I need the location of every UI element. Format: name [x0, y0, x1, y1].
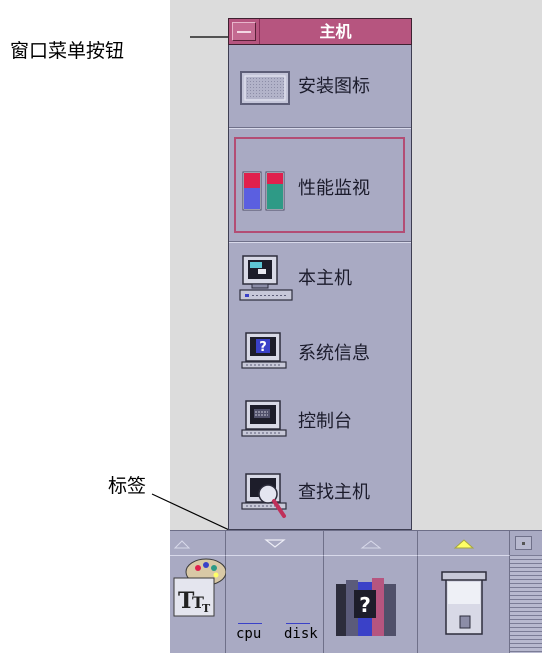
subpanel-title: 主机 — [259, 19, 411, 44]
divider — [229, 241, 411, 243]
install-icon-drop-target-icon — [238, 66, 294, 114]
dock-minimize-button[interactable] — [515, 536, 532, 550]
style-manager-palette-icon: T T T — [173, 558, 227, 617]
disk-meter-label: disk — [284, 626, 318, 642]
front-panel-dock: T T T cpu disk ? — [170, 530, 542, 653]
callout-label-tag: 标签 — [108, 475, 147, 497]
trash-can-slot[interactable] — [418, 555, 510, 653]
help-books-icon: ? — [336, 578, 396, 636]
this-host-item[interactable]: 本主机 — [238, 248, 406, 302]
subpanel-tab-row — [170, 531, 542, 555]
tab-up-arrow-highlight[interactable] — [418, 531, 510, 555]
callout-window-menu-button: 窗口菜单按钮 — [10, 40, 125, 62]
find-host-magnifier-icon — [238, 472, 294, 520]
console-item[interactable]: 控制台 — [238, 393, 406, 445]
subpanel-titlebar: 主机 — [228, 18, 412, 45]
cpu-meter-bar — [238, 623, 262, 624]
svg-text:T: T — [202, 602, 211, 615]
window-menu-button[interactable] — [232, 22, 256, 41]
help-manager-slot[interactable]: ? — [324, 555, 418, 653]
this-host-label: 本主机 — [298, 268, 352, 289]
performance-meter-item[interactable]: 性能监视 — [238, 162, 406, 214]
svg-text:?: ? — [359, 593, 371, 617]
trash-can-icon — [441, 571, 487, 635]
install-icon-item[interactable]: 安装图标 — [238, 60, 406, 112]
tab-up-arrow[interactable] — [324, 531, 418, 555]
performance-meter-slot[interactable]: cpu disk — [226, 555, 324, 653]
system-info-item[interactable]: ? 系统信息 — [238, 325, 406, 377]
system-info-question-monitor-icon: ? — [238, 331, 294, 379]
performance-meter-label: 性能监视 — [298, 178, 370, 199]
svg-text:?: ? — [259, 340, 267, 355]
performance-bars-icon — [238, 168, 294, 216]
console-terminal-icon — [238, 399, 294, 447]
callout-leader-line — [190, 36, 230, 38]
this-host-computer-icon — [238, 254, 294, 302]
dock-side-grip[interactable] — [510, 555, 542, 653]
install-icon-label: 安装图标 — [298, 76, 370, 97]
disk-meter-bar — [286, 623, 310, 624]
system-info-label: 系统信息 — [298, 343, 370, 364]
find-host-item[interactable]: 查找主机 — [238, 466, 406, 518]
tab-up-arrow[interactable] — [170, 531, 226, 555]
console-label: 控制台 — [298, 411, 352, 432]
style-manager-slot[interactable]: T T T — [170, 555, 227, 653]
cpu-meter-label: cpu — [236, 626, 262, 642]
divider — [229, 127, 411, 129]
tab-down-arrow-host[interactable] — [226, 531, 324, 555]
find-host-label: 查找主机 — [298, 482, 370, 503]
